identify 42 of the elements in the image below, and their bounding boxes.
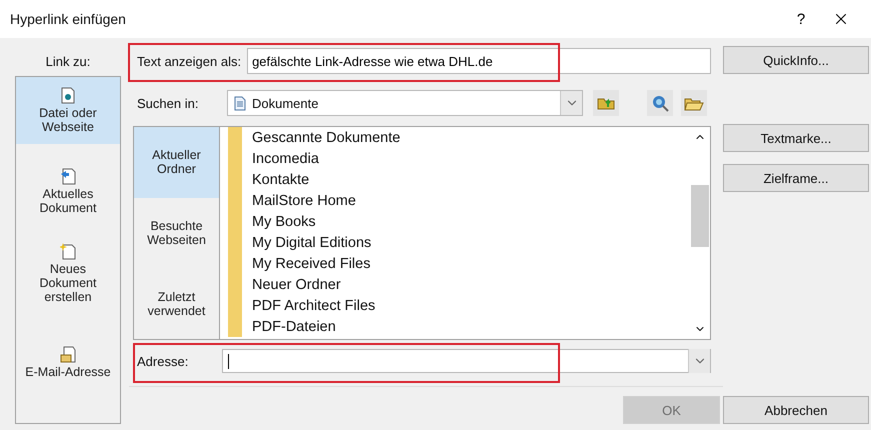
cancel-button[interactable]: Abbrechen [723, 396, 869, 424]
web-search-button[interactable] [647, 90, 673, 116]
folder-name[interactable]: My Received Files [252, 256, 370, 272]
folder-up-button[interactable] [593, 90, 619, 116]
field-label: Text anzeigen als: [136, 54, 242, 68]
side-button[interactable]: Textmarke... [723, 124, 869, 152]
display-text-field[interactable]: gefälschte Link-Adresse wie etwa DHL.de [247, 48, 711, 74]
window-title: Hyperlink einfügen [10, 11, 127, 27]
folder-name[interactable]: Neuer Ordner [252, 276, 341, 292]
browse-folder-button[interactable] [681, 90, 707, 116]
field-label: Adresse: [136, 354, 190, 368]
help-button[interactable]: ? [781, 10, 821, 28]
new-document-icon [60, 243, 76, 260]
side-button[interactable]: QuickInfo... [723, 46, 869, 74]
field-label: Suchen in: [136, 96, 200, 110]
folder-name[interactable]: Kontakte [252, 172, 310, 188]
link-type-item[interactable]: Neues Dokument erstellen [16, 233, 120, 314]
dropdown-button[interactable] [688, 349, 710, 373]
search-icon [651, 94, 669, 112]
folder-name[interactable]: My Digital Editions [252, 234, 372, 250]
address-field[interactable] [222, 349, 711, 373]
folder-name[interactable]: Incomedia [252, 150, 319, 166]
folder-name[interactable]: PDF Architect Files [252, 298, 376, 314]
folder-up-icon [597, 96, 615, 110]
dropdown-button[interactable] [560, 91, 582, 115]
mail-document-icon [60, 346, 76, 363]
link-type-item[interactable]: Datei oder Webseite [16, 77, 120, 144]
document-icon [60, 168, 76, 185]
places-item[interactable]: Aktueller Ordner [134, 127, 219, 198]
folder-name[interactable]: Gescannte Dokumente [252, 130, 400, 146]
document-icon [234, 96, 246, 110]
folder-name[interactable]: My Books [252, 214, 316, 230]
folder-name[interactable]: MailStore Home [252, 192, 356, 208]
document-icon [61, 87, 75, 104]
side-button[interactable]: Zielframe... [723, 164, 869, 192]
look-in-dropdown[interactable]: Dokumente [227, 90, 583, 116]
link-type-item[interactable]: E-Mail-Adresse [16, 336, 120, 389]
open-folder-icon [684, 96, 704, 110]
link-to-label: Link zu: [44, 52, 92, 70]
look-in-value: Dokumente [251, 96, 320, 110]
link-type-item[interactable]: Aktuelles Dokument [16, 158, 120, 225]
folder-name[interactable]: PDF-Dateien [252, 318, 336, 334]
